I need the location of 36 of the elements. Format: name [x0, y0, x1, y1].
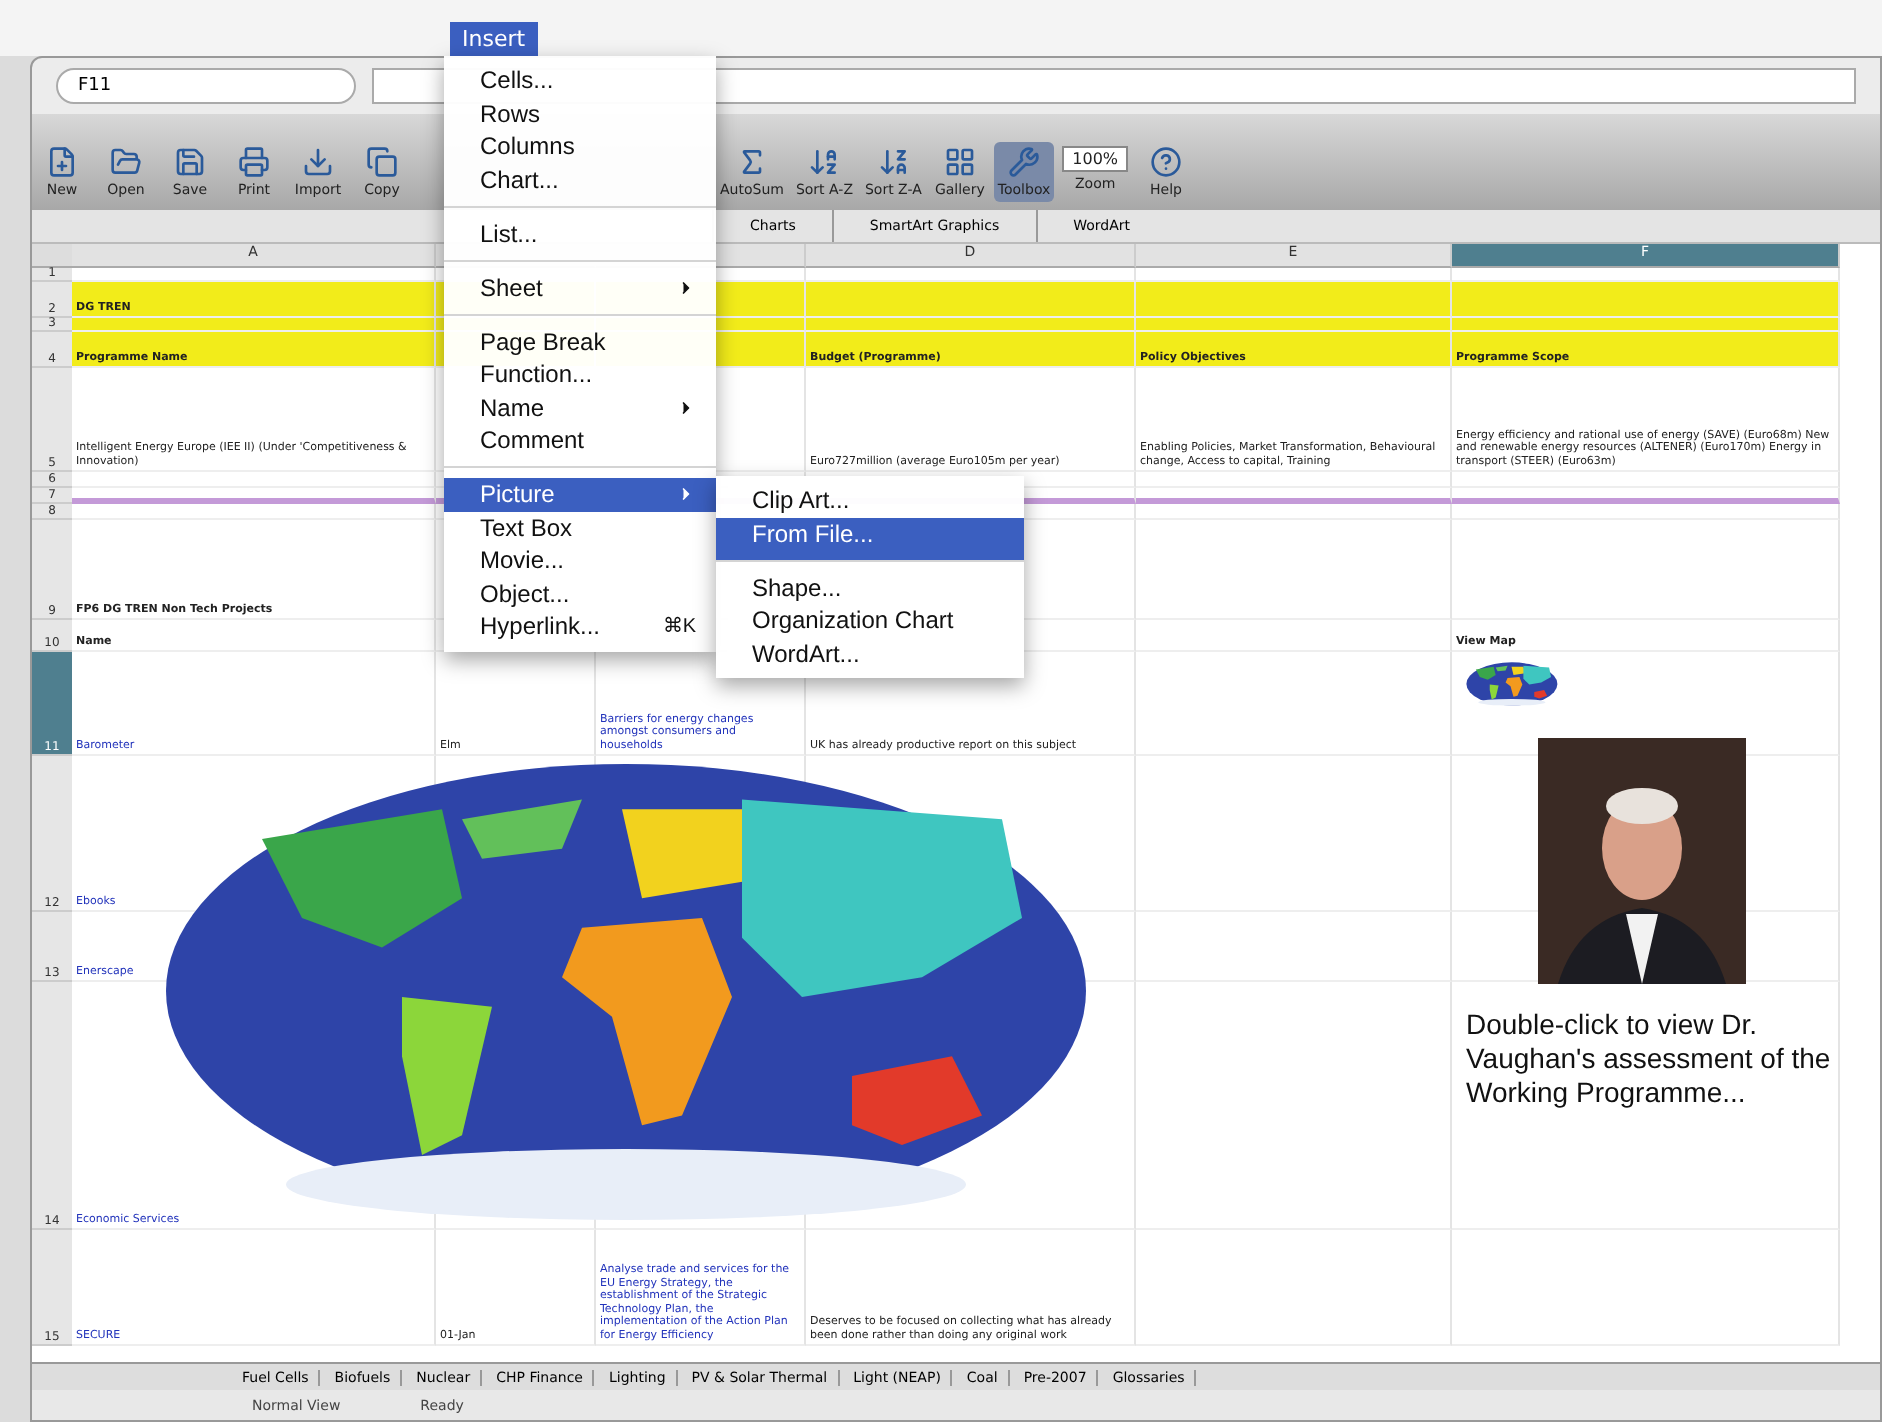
- toolbar-icon: [366, 146, 398, 178]
- menu-item[interactable]: Page Break: [444, 325, 716, 358]
- toolbar-icon: [877, 146, 910, 178]
- menu-item[interactable]: Name: [444, 391, 716, 424]
- menu-item[interactable]: From File...: [716, 517, 1024, 561]
- select-all-corner[interactable]: [32, 244, 72, 268]
- menu-item[interactable]: Sheet: [444, 271, 716, 315]
- menu-item[interactable]: Rows: [444, 97, 716, 130]
- menu-item[interactable]: Object...: [444, 577, 716, 610]
- menu-item[interactable]: Chart...: [444, 163, 716, 207]
- menu-item[interactable]: Organization Chart: [716, 604, 1024, 637]
- menu-item[interactable]: List...: [444, 217, 716, 261]
- toolbar-icon: [46, 146, 78, 178]
- menu-item[interactable]: Movie...: [444, 544, 716, 577]
- menu-item[interactable]: Comment: [444, 424, 716, 468]
- menu-item[interactable]: Text Box: [444, 511, 716, 544]
- shortcut-text: ⌘K: [662, 614, 696, 639]
- toolbar-icon: [238, 146, 270, 178]
- toolbar-icon: [174, 146, 206, 178]
- toolbar-icon: [302, 146, 334, 178]
- menu-item[interactable]: Picture: [444, 478, 716, 511]
- toolbar-icon: [1150, 146, 1183, 178]
- zoom-select[interactable]: 100%: [1062, 146, 1129, 172]
- menu-item[interactable]: Columns: [444, 130, 716, 163]
- menu-item[interactable]: Shape...: [716, 571, 1024, 604]
- caption-text: Double-click to view Dr. Vaughan's assessment of the Working Programme...: [1466, 1008, 1833, 1110]
- menu-item[interactable]: Hyperlink... ⌘K: [444, 610, 716, 643]
- toolbar-icon: [943, 146, 976, 178]
- toolbar-icon: [808, 146, 841, 178]
- toolbar-icon: [110, 146, 142, 178]
- menu-item[interactable]: Function...: [444, 358, 716, 391]
- menu-title[interactable]: Insert: [450, 22, 538, 56]
- menu-item[interactable]: Cells...: [444, 64, 716, 97]
- name-box[interactable]: F11: [56, 68, 356, 104]
- toolbar-icon: [1008, 146, 1041, 178]
- menu-item[interactable]: Clip Art...: [716, 484, 1024, 517]
